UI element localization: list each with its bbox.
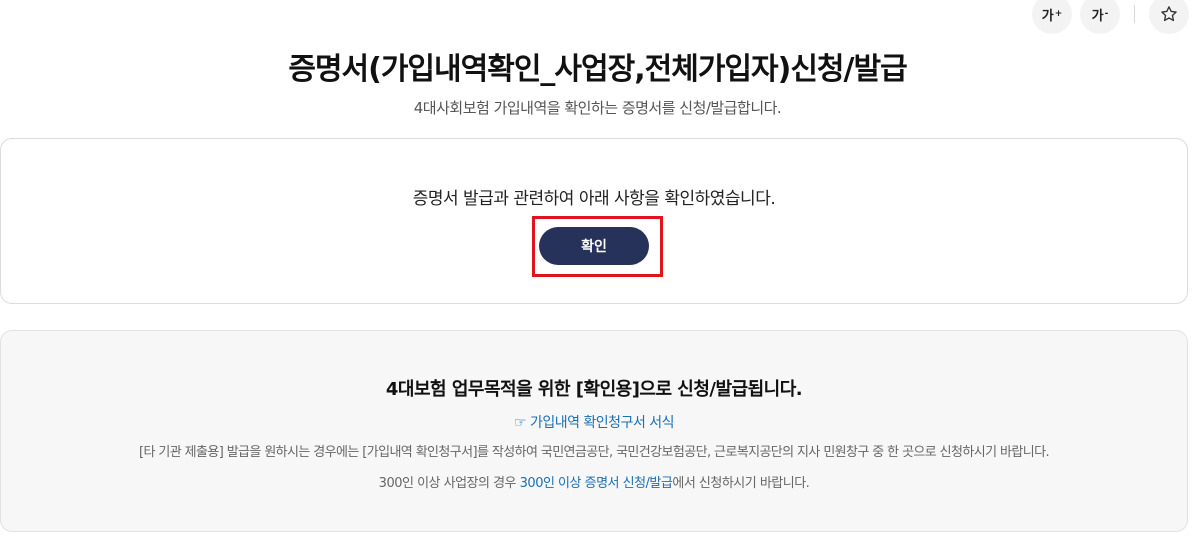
font-increase-button[interactable]: 가 + bbox=[1032, 0, 1072, 34]
font-decrease-button[interactable]: 가- bbox=[1080, 0, 1120, 34]
page-subtitle: 4대사회보험 가입내역을 확인하는 증명서를 신청/발급합니다. bbox=[413, 99, 782, 117]
form-link[interactable]: ☞ 가입내역 확인청구서 서식 bbox=[513, 415, 675, 431]
font-decrease-label: 가 bbox=[1091, 8, 1104, 24]
toolbar-divider bbox=[1134, 5, 1135, 23]
plus-icon: + bbox=[1054, 9, 1063, 19]
page-title: 증명서(가입내역확인_사업장,전체가입자)신청/발급 bbox=[288, 52, 907, 87]
minus-icon: - bbox=[1104, 9, 1109, 19]
confirm-panel: 증명서 발급과 관련하여 아래 사항을 확인하였습니다. 확인 bbox=[0, 138, 1188, 304]
notice-2-prefix: 300인 이상 사업장의 경우 bbox=[378, 476, 520, 491]
confirm-text: 증명서 발급과 관련하여 아래 사항을 확인하였습니다. bbox=[412, 189, 776, 209]
info-heading: 4대보험 업무목적을 위한 [확인용]으로 신청/발급됩니다. bbox=[385, 379, 803, 400]
notice-2-suffix: 에서 신청하시기 바랍니다. bbox=[672, 476, 810, 491]
form-link-row: ☞ 가입내역 확인청구서 서식 bbox=[1, 412, 1187, 432]
toolbar: 가 + 가- bbox=[1032, 0, 1189, 34]
notice-text-1: [타 기관 제출용] 발급을 원하시는 경우에는 [가입내역 확인청구서]를 작… bbox=[139, 445, 1050, 460]
large-business-link[interactable]: 300인 이상 증명서 신청/발급 bbox=[520, 476, 673, 491]
confirm-button[interactable]: 확인 bbox=[539, 227, 649, 265]
pointing-hand-icon: ☞ bbox=[513, 415, 527, 431]
star-icon bbox=[1161, 6, 1177, 22]
favorite-button[interactable] bbox=[1149, 0, 1189, 34]
notice-text-2: 300인 이상 사업장의 경우 300인 이상 증명서 신청/발급에서 신청하시… bbox=[1, 472, 1187, 491]
info-panel: 4대보험 업무목적을 위한 [확인용]으로 신청/발급됩니다. ☞ 가입내역 확… bbox=[0, 330, 1188, 532]
form-link-label: 가입내역 확인청구서 서식 bbox=[529, 415, 675, 431]
font-increase-label: 가 bbox=[1041, 8, 1054, 24]
